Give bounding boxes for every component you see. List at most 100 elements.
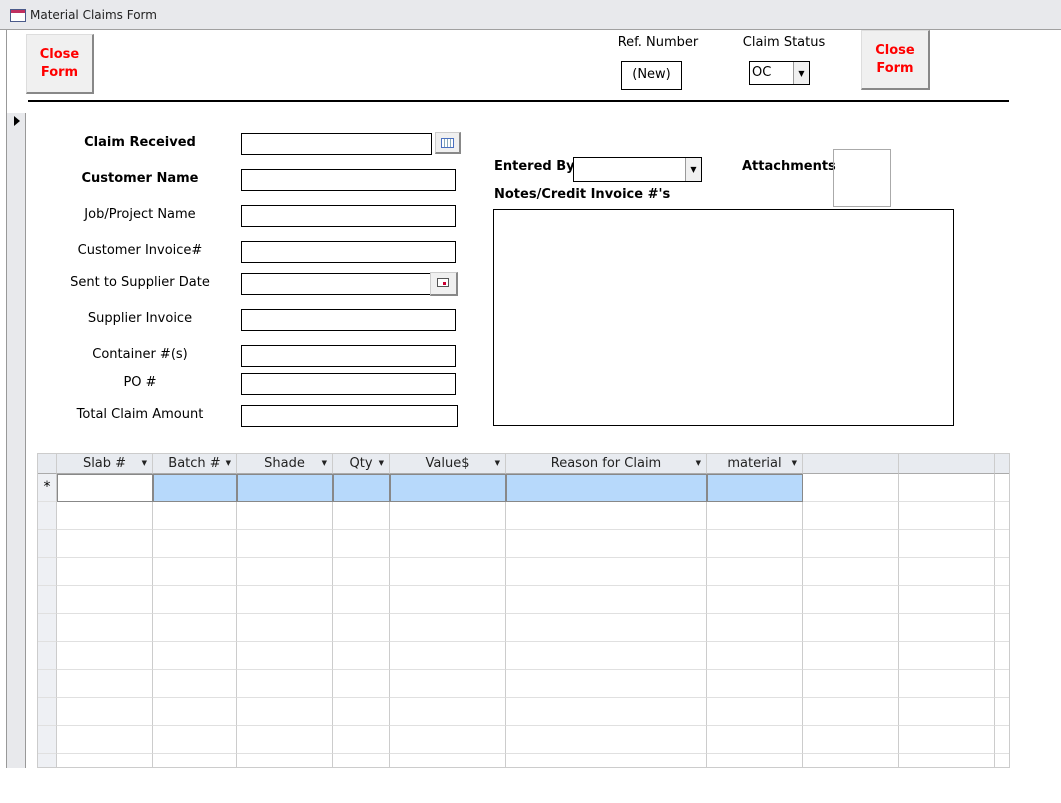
grid-cell[interactable] (333, 558, 390, 586)
grid-cell[interactable] (506, 726, 707, 754)
sent-date-input[interactable] (241, 273, 432, 295)
chevron-down-icon[interactable]: ▼ (793, 62, 809, 84)
container-input[interactable] (241, 345, 456, 367)
grid-cell[interactable] (153, 474, 237, 502)
po-input[interactable] (241, 373, 456, 395)
grid-cell[interactable] (237, 642, 333, 670)
grid-cell[interactable] (707, 502, 803, 530)
customer-name-input[interactable] (241, 169, 456, 191)
claim-status-select[interactable]: OC ▼ (749, 61, 810, 85)
grid-cell[interactable] (390, 530, 506, 558)
notes-textarea[interactable] (493, 209, 954, 426)
grid-cell[interactable] (707, 670, 803, 698)
row-selector[interactable] (38, 698, 57, 726)
grid-cell[interactable] (390, 754, 506, 767)
grid-cell[interactable] (707, 726, 803, 754)
grid-cell[interactable] (707, 558, 803, 586)
chevron-down-icon[interactable]: ▼ (322, 454, 327, 473)
row-selector[interactable] (38, 726, 57, 754)
grid-cell[interactable] (237, 614, 333, 642)
column-header[interactable] (995, 454, 1009, 474)
grid-cell[interactable] (237, 726, 333, 754)
grid-cell[interactable] (390, 474, 506, 502)
chevron-down-icon[interactable]: ▼ (379, 454, 384, 473)
row-selector[interactable] (38, 670, 57, 698)
column-header[interactable]: Slab # ▼ (57, 454, 153, 474)
grid-cell[interactable] (707, 642, 803, 670)
grid-cell[interactable] (333, 502, 390, 530)
date-picker-button[interactable] (435, 132, 461, 154)
grid-cell[interactable] (707, 754, 803, 767)
record-selector[interactable] (6, 113, 26, 768)
grid-cell[interactable] (57, 642, 153, 670)
row-selector[interactable] (38, 642, 57, 670)
grid-cell[interactable] (153, 726, 237, 754)
grid-cell[interactable] (333, 726, 390, 754)
grid-cell[interactable] (333, 642, 390, 670)
grid-cell[interactable] (390, 558, 506, 586)
grid-cell[interactable] (153, 670, 237, 698)
row-selector[interactable] (38, 614, 57, 642)
supplier-invoice-input[interactable] (241, 309, 456, 331)
grid-cell[interactable] (57, 614, 153, 642)
grid-cell[interactable] (237, 586, 333, 614)
grid-cell[interactable] (57, 558, 153, 586)
grid-cell[interactable] (390, 698, 506, 726)
column-header[interactable]: Shade ▼ (237, 454, 333, 474)
column-header[interactable]: material ▼ (707, 454, 803, 474)
grid-cell[interactable] (153, 586, 237, 614)
grid-cell[interactable] (333, 586, 390, 614)
grid-cell[interactable] (506, 698, 707, 726)
chevron-down-icon[interactable]: ▼ (685, 158, 701, 181)
grid-cell[interactable] (506, 586, 707, 614)
grid-cell[interactable] (57, 726, 153, 754)
grid-cell[interactable] (390, 642, 506, 670)
row-selector[interactable] (38, 754, 57, 767)
grid-cell[interactable] (707, 698, 803, 726)
grid-cell[interactable] (57, 698, 153, 726)
grid-cell[interactable] (333, 698, 390, 726)
grid-cell[interactable] (506, 642, 707, 670)
job-project-input[interactable] (241, 205, 456, 227)
row-selector[interactable] (38, 530, 57, 558)
grid-cell[interactable] (57, 754, 153, 767)
grid-cell[interactable] (237, 698, 333, 726)
grid-cell[interactable] (506, 502, 707, 530)
column-header[interactable]: Batch # ▼ (153, 454, 237, 474)
grid-cell[interactable] (506, 474, 707, 502)
grid-cell[interactable] (506, 530, 707, 558)
grid-cell[interactable] (237, 558, 333, 586)
grid-cell[interactable] (707, 614, 803, 642)
grid-cell[interactable] (153, 754, 237, 767)
row-selector[interactable] (38, 502, 57, 530)
grid-cell[interactable] (237, 530, 333, 558)
column-header[interactable] (899, 454, 995, 474)
claim-received-input[interactable] (241, 133, 432, 155)
entered-by-select[interactable]: ▼ (573, 157, 702, 182)
grid-cell[interactable] (237, 670, 333, 698)
grid-cell[interactable] (333, 530, 390, 558)
chevron-down-icon[interactable]: ▼ (142, 454, 147, 473)
grid-cell[interactable] (390, 670, 506, 698)
grid-cell[interactable] (153, 642, 237, 670)
grid-cell[interactable] (237, 754, 333, 767)
customer-invoice-input[interactable] (241, 241, 456, 263)
grid-cell[interactable] (237, 502, 333, 530)
grid-cell[interactable] (506, 754, 707, 767)
column-header[interactable] (803, 454, 899, 474)
grid-cell[interactable] (57, 586, 153, 614)
select-all-corner[interactable] (38, 454, 57, 474)
grid-cell[interactable] (57, 474, 153, 502)
grid-cell[interactable] (707, 530, 803, 558)
row-selector[interactable] (38, 586, 57, 614)
column-header[interactable]: Value$ ▼ (390, 454, 506, 474)
grid-cell[interactable] (57, 670, 153, 698)
row-selector[interactable] (38, 558, 57, 586)
row-selector[interactable]: * (38, 474, 57, 502)
total-claim-input[interactable] (241, 405, 458, 427)
close-form-button-left[interactable]: Close Form (26, 34, 94, 94)
grid-cell[interactable] (153, 698, 237, 726)
grid-cell[interactable] (153, 558, 237, 586)
chevron-down-icon[interactable]: ▼ (792, 454, 797, 473)
chevron-down-icon[interactable]: ▼ (226, 454, 231, 473)
